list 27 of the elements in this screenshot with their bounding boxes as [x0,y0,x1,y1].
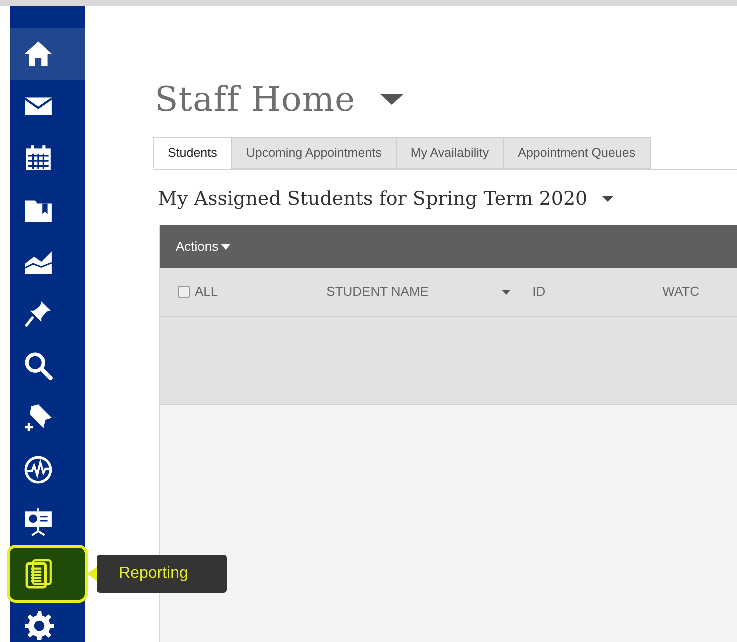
caret-icon[interactable] [220,244,231,250]
column-header[interactable]: WATC [662,282,700,302]
tab[interactable]: Appointment Queues [503,137,651,169]
document-stack-icon [24,559,54,589]
tab[interactable]: Students [153,137,232,169]
pushpin-icon [24,299,54,329]
page-title: Staff Home [155,83,356,117]
presentation-icon [24,507,54,537]
caret-icon[interactable] [380,94,404,106]
tab[interactable]: Upcoming Appointments [231,137,397,169]
search-icon [24,351,54,381]
tag-plus-icon [24,403,54,433]
tab[interactable]: My Availability [396,137,504,169]
home-icon [24,39,54,69]
pulse-icon [24,455,54,485]
column-header[interactable]: STUDENT NAME [326,282,429,302]
caret-icon[interactable] [602,196,614,202]
checkbox[interactable] [178,286,190,298]
section-title: My Assigned Students for Spring Term 2020 [158,186,588,212]
column-header: ALL [195,283,218,302]
sidebar-item[interactable] [10,28,85,80]
sidebar-item[interactable] [10,548,85,600]
actions-button[interactable]: Actions [176,236,231,256]
sort-icon[interactable] [502,290,511,294]
calendar-icon [24,143,54,173]
tooltip: Reporting [87,555,227,593]
column-header[interactable]: ID [532,282,546,302]
